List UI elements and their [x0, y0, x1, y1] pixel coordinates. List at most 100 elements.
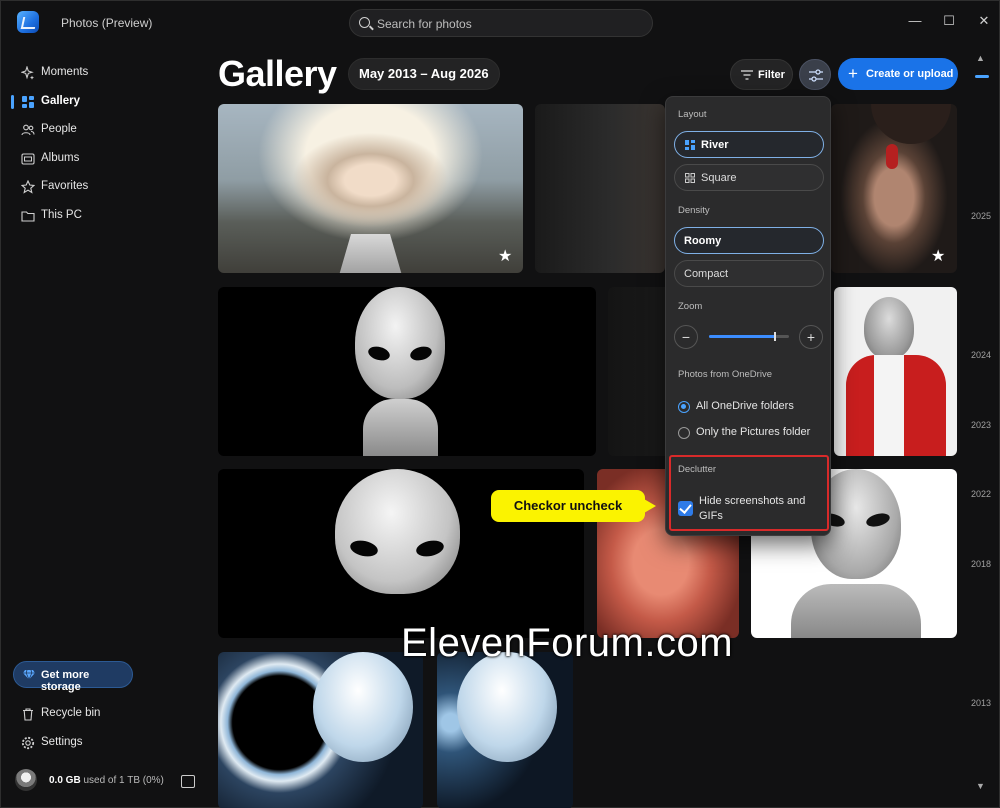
app-title: Photos (Preview)	[61, 16, 153, 30]
watermark: ElevenForum.com	[401, 621, 734, 665]
density-option-compact[interactable]: Compact	[674, 260, 824, 287]
sidebar-item-albums[interactable]: Albums	[11, 146, 189, 172]
sidebar-item-label: Favorites	[41, 180, 89, 192]
hide-screenshots-checkbox[interactable]	[678, 501, 693, 516]
scroll-up-arrow[interactable]: ▲	[976, 53, 985, 63]
radio-all-onedrive-folders[interactable]	[678, 401, 690, 413]
sidebar-item-label: People	[41, 123, 77, 135]
density-option-roomy[interactable]: Roomy	[674, 227, 824, 254]
filter-button[interactable]: Filter	[730, 59, 793, 90]
view-options-button[interactable]	[799, 59, 831, 90]
onedrive-sync-icon[interactable]	[181, 775, 195, 788]
timeline-year[interactable]: 2023	[971, 420, 991, 430]
favorite-star-icon[interactable]: ★	[931, 249, 947, 265]
sidebar-item-favorites[interactable]: Favorites	[11, 174, 189, 200]
favorite-star-icon[interactable]: ★	[498, 249, 514, 265]
timeline-year[interactable]: 2022	[971, 489, 991, 499]
timeline-year[interactable]: 2025	[971, 211, 991, 221]
photo-tile[interactable]	[218, 652, 423, 808]
get-more-storage-button[interactable]: Get more storage	[13, 661, 133, 693]
page-title: Gallery	[218, 53, 337, 94]
radio-label: All OneDrive folders	[696, 400, 794, 412]
photo-tile[interactable]	[834, 287, 957, 456]
density-section-label: Density	[678, 205, 710, 216]
layout-option-label: Square	[701, 172, 737, 184]
search-input[interactable]: Search for photos	[349, 9, 653, 37]
annotation-callout: Checkor uncheck	[491, 490, 666, 522]
callout-pointer	[644, 499, 656, 513]
square-layout-icon	[685, 173, 695, 183]
sidebar-item-people[interactable]: People	[11, 117, 189, 143]
album-icon	[21, 153, 35, 165]
sidebar-item-label: This PC	[41, 209, 82, 221]
photo-tile[interactable]	[437, 652, 573, 808]
active-indicator	[11, 95, 14, 109]
filter-icon	[741, 70, 753, 80]
onedrive-section-label: Photos from OneDrive	[678, 369, 772, 380]
timeline-year[interactable]: 2018	[971, 559, 991, 569]
sidebar-item-this-pc[interactable]: This PC	[11, 203, 189, 229]
sidebar-item-settings[interactable]: Settings	[11, 730, 189, 756]
sidebar-item-label: Recycle bin	[41, 707, 101, 719]
zoom-slider-thumb[interactable]	[773, 332, 776, 341]
hide-screenshots-label: Hide screenshots and GIFs	[699, 495, 806, 522]
declutter-section-label: Declutter	[678, 464, 717, 475]
timeline-year[interactable]: 2013	[971, 698, 991, 708]
zoom-slider-fill	[709, 335, 775, 338]
timeline-year[interactable]: 2024	[971, 350, 991, 360]
close-button[interactable]: ✕	[977, 14, 991, 28]
folder-icon	[21, 211, 35, 222]
minimize-button[interactable]: —	[908, 14, 922, 28]
sidebar-item-label: Albums	[41, 152, 80, 164]
date-range-badge[interactable]: May 2013 – Aug 2026	[348, 58, 500, 90]
storage-amount: 0.0 GB	[49, 775, 81, 786]
view-options-panel: Layout River Square Density Roomy Compac…	[665, 96, 831, 536]
layout-option-river[interactable]: River	[674, 131, 824, 158]
create-label: Create or upload	[866, 68, 954, 80]
search-placeholder: Search for photos	[377, 17, 472, 31]
zoom-slider[interactable]	[709, 332, 789, 341]
filter-label: Filter	[758, 69, 785, 81]
photo-tile[interactable]: ★	[218, 104, 523, 273]
callout-text: Checkor uncheck	[513, 498, 623, 513]
create-or-upload-button[interactable]: + Create or upload	[838, 58, 958, 90]
sidebar-item-label: Moments	[41, 66, 89, 78]
sparkle-icon	[21, 66, 34, 80]
photo-tile[interactable]	[535, 104, 665, 273]
zoom-section-label: Zoom	[678, 301, 703, 312]
sidebar-item-label: Settings	[41, 736, 83, 748]
maximize-button[interactable]: ☐	[942, 14, 956, 28]
layout-option-label: River	[701, 139, 729, 151]
avatar	[15, 769, 37, 791]
storage-rest: used of 1 TB (0%)	[80, 775, 164, 786]
photos-window: Photos (Preview) Search for photos — ☐ ✕…	[0, 0, 1000, 808]
photos-app-icon	[17, 11, 39, 33]
timeline-thumb[interactable]	[975, 75, 989, 78]
search-icon	[359, 17, 370, 28]
scroll-down-arrow[interactable]: ▼	[976, 781, 985, 791]
layout-section-label: Layout	[678, 109, 707, 120]
zoom-out-button[interactable]: −	[674, 325, 698, 349]
radio-only-pictures-folder[interactable]	[678, 427, 690, 439]
storage-button-label: Get more storage	[41, 669, 90, 693]
zoom-in-button[interactable]: +	[799, 325, 823, 349]
density-option-label: Compact	[684, 268, 729, 280]
sidebar-item-label: Gallery	[41, 95, 80, 107]
sidebar-item-moments[interactable]: Moments	[11, 60, 189, 86]
plus-icon: +	[848, 64, 858, 83]
trash-icon	[23, 708, 33, 721]
sidebar-item-recycle-bin[interactable]: Recycle bin	[11, 701, 189, 727]
star-icon	[21, 180, 35, 194]
photo-tile[interactable]: ★	[831, 104, 957, 273]
sidebar-item-gallery[interactable]: Gallery	[11, 89, 189, 115]
storage-usage: 0.0 GB used of 1 TB (0%)	[49, 775, 164, 786]
gallery-grid-icon	[22, 96, 34, 108]
radio-label: Only the Pictures folder	[696, 426, 811, 438]
gear-icon	[21, 736, 35, 750]
photo-tile[interactable]	[218, 287, 596, 456]
diamond-icon	[23, 669, 35, 680]
density-option-label: Roomy	[684, 235, 722, 247]
title-bar: Photos (Preview) Search for photos — ☐ ✕	[1, 1, 1000, 45]
layout-option-square[interactable]: Square	[674, 164, 824, 191]
people-icon	[21, 124, 35, 136]
